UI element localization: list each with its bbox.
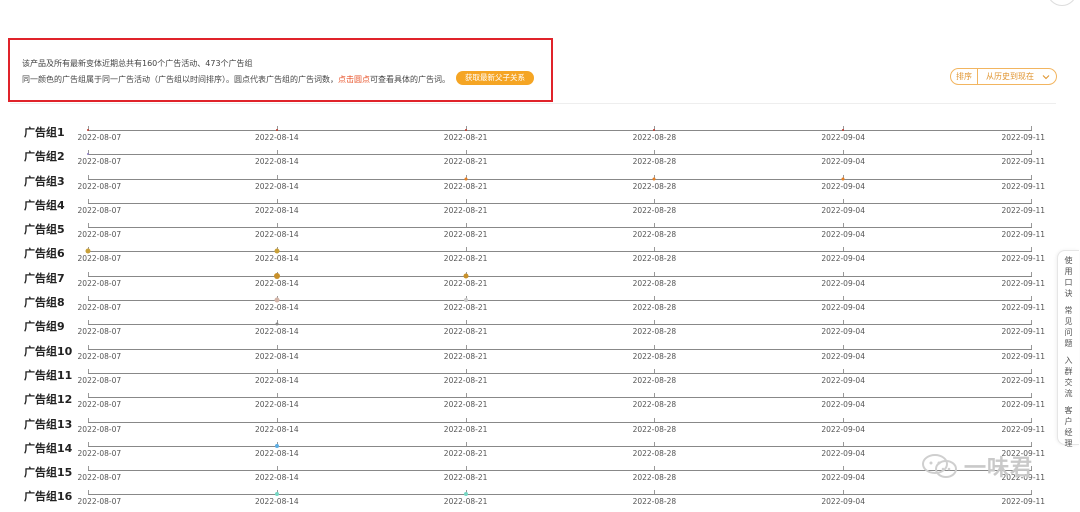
ad-group-row: 广告组6 2022-08-07 2022-08-14 2022-08-21 2022-0…: [0, 225, 1060, 263]
notice-explanation-pre: 同一颜色的广告组属于同一广告活动（广告组以时间排序）。圆点代表广告组的广告词数，: [22, 75, 338, 84]
ad-group-row: 广告组2 2022-08-07 2022-08-14 2022-08-21 2022-0…: [0, 128, 1060, 166]
timeline-date-label: 2022-08-21: [443, 497, 488, 507]
ad-group-row: 广告组10 2022-08-07 2022-08-14 2022-08-21 2022-…: [0, 323, 1060, 361]
timeline-tick: [654, 490, 656, 495]
ad-group-row: 广告组13 2022-08-07 2022-08-14 2022-08-21 2022-…: [0, 396, 1060, 434]
ad-group-row: 广告组1 2022-08-07 2022-08-14 2022-08-21 2022-0…: [0, 104, 1060, 142]
ad-group-row: 广告组5 2022-08-07 2022-08-14 2022-08-21 2022-0…: [0, 201, 1060, 239]
timeline-date-label: 2022-08-14: [255, 497, 299, 507]
ad-group-row: 广告组11 2022-08-07 2022-08-14 2022-08-21 2022-…: [0, 347, 1060, 385]
sidebar-item-3[interactable]: 客户经理: [1065, 405, 1073, 449]
timeline-axis: [88, 494, 1032, 496]
top-right-button[interactable]: [1047, 0, 1077, 6]
timeline-tick: [843, 490, 845, 495]
sidebar-item-1[interactable]: 常见问题: [1065, 305, 1073, 349]
ad-group-row: 广告组16 2022-08-07 2022-08-14 2022-08-21 2022-…: [0, 468, 1060, 506]
timeline-date-label: 2022-09-11: [1001, 497, 1046, 507]
sort-select[interactable]: 排序 从历史到现在: [950, 68, 1057, 85]
ad-group-row: 广告组7 2022-08-07 2022-08-14 2022-08-21 2022-0…: [0, 250, 1060, 288]
keyword-count-dot[interactable]: [463, 492, 468, 497]
chevron-down-icon: [1042, 74, 1050, 79]
info-notice-box: 该产品及所有最新变体近期总共有160个广告活动、473个广告组 同一颜色的广告组…: [8, 38, 553, 102]
sort-label: 排序: [951, 69, 978, 84]
timeline-tick: [1031, 490, 1032, 495]
ad-group-row: 广告组9 2022-08-07 2022-08-14 2022-08-21 2022-0…: [0, 298, 1060, 336]
notice-summary-text: 该产品及所有最新变体近期总共有160个广告活动、473个广告组: [22, 59, 253, 68]
timeline-date-label: 2022-09-04: [821, 497, 865, 507]
ad-group-label: 广告组16: [24, 490, 73, 504]
ad-group-row: 广告组12 2022-08-07 2022-08-14 2022-08-21 2022-…: [0, 371, 1060, 409]
ad-group-row: 广告组15 2022-08-07 2022-08-14 2022-08-21 2022-…: [0, 444, 1060, 482]
notice-explanation-post: 可查看具体的广告词。: [370, 75, 450, 84]
ad-group-row: 广告组3 2022-08-07 2022-08-14 2022-08-21 2022-0…: [0, 153, 1060, 191]
timeline-date-label: 2022-08-28: [632, 497, 677, 507]
sort-value: 从历史到现在: [986, 72, 1034, 81]
timeline-date-label: 2022-08-07: [77, 497, 122, 507]
right-help-sidebar: 使用口诀常见问题入群交流客户经理: [1057, 250, 1079, 448]
fetch-parent-child-button[interactable]: 获取最新父子关系: [456, 71, 534, 85]
keyword-count-dot[interactable]: [274, 492, 279, 497]
sidebar-item-0[interactable]: 使用口诀: [1065, 255, 1073, 299]
timeline-tick: [88, 490, 89, 495]
ad-group-row: 广告组8 2022-08-07 2022-08-14 2022-08-21 2022-0…: [0, 274, 1060, 312]
ad-group-row: 广告组4 2022-08-07 2022-08-14 2022-08-21 2022-0…: [0, 177, 1060, 215]
sidebar-item-2[interactable]: 入群交流: [1065, 355, 1073, 399]
ad-group-timeline: 广告组1 2022-08-07 2022-08-14 2022-08-21 2022-0…: [0, 104, 1060, 506]
notice-explanation-text: 同一颜色的广告组属于同一广告活动（广告组以时间排序）。圆点代表广告组的广告词数，…: [22, 74, 450, 85]
ad-group-row: 广告组14 2022-08-07 2022-08-14 2022-08-21 2022-…: [0, 420, 1060, 458]
watermark: 一味君: [920, 450, 1033, 482]
watermark-text: 一味君: [964, 456, 1034, 481]
wechat-icon: [922, 454, 957, 478]
notice-click-dot-hint: 点击圆点: [338, 75, 370, 84]
